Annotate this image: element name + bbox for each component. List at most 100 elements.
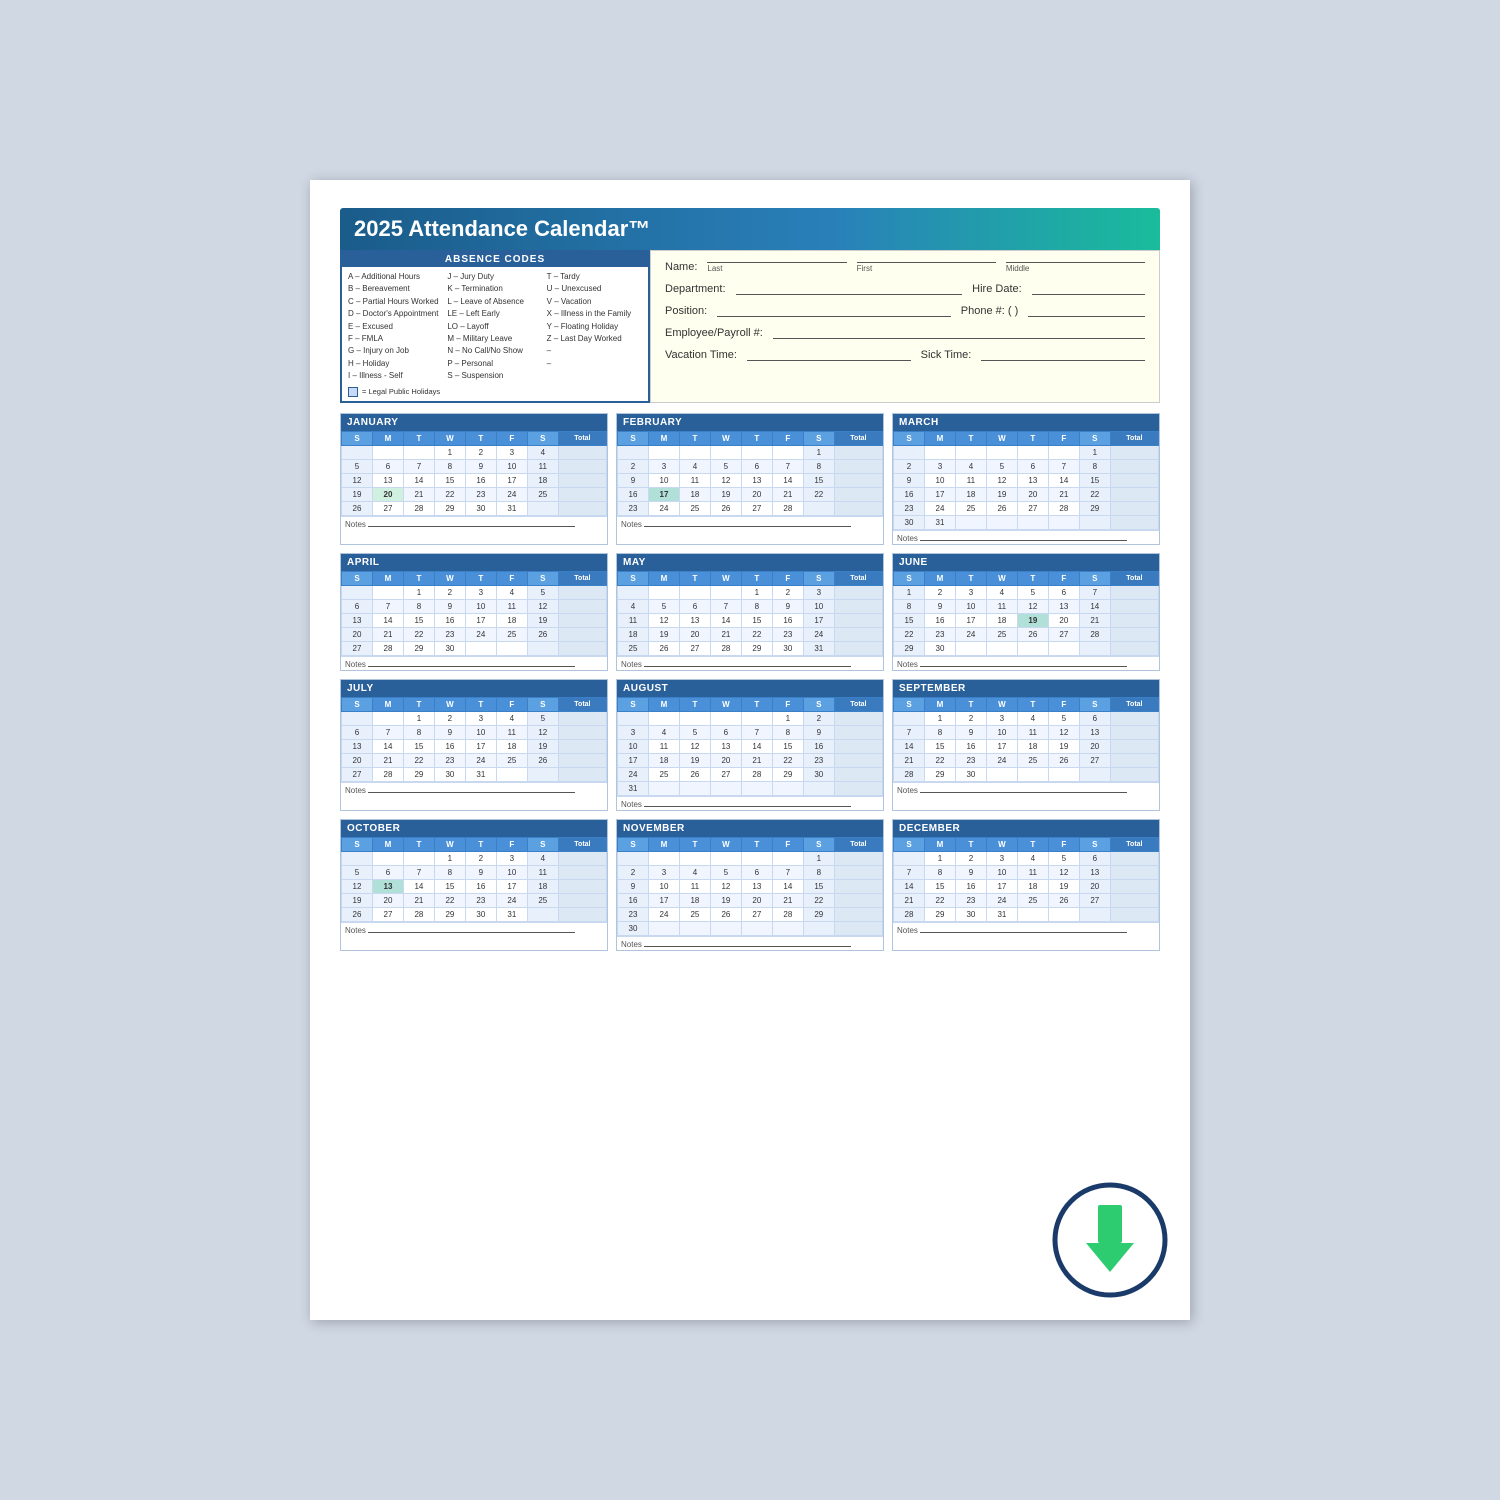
calendar-day[interactable]: 13	[372, 879, 403, 893]
calendar-day[interactable]: 5	[710, 865, 741, 879]
calendar-day[interactable]	[1017, 445, 1048, 459]
calendar-day[interactable]: 22	[803, 893, 834, 907]
calendar-day[interactable]: 15	[403, 613, 434, 627]
calendar-day[interactable]: 20	[741, 893, 772, 907]
calendar-day[interactable]	[342, 445, 373, 459]
sick-line[interactable]	[981, 347, 1145, 361]
calendar-day[interactable]	[1048, 907, 1079, 921]
calendar-day[interactable]: 23	[803, 753, 834, 767]
calendar-day[interactable]: 17	[618, 753, 649, 767]
calendar-day[interactable]: 29	[741, 641, 772, 655]
calendar-day[interactable]: 27	[710, 767, 741, 781]
calendar-day[interactable]: 24	[496, 893, 527, 907]
calendar-day[interactable]: 30	[465, 501, 496, 515]
calendar-day[interactable]	[618, 851, 649, 865]
calendar-day[interactable]: 11	[527, 865, 558, 879]
calendar-day[interactable]	[710, 585, 741, 599]
calendar-day[interactable]: 9	[465, 459, 496, 473]
calendar-day[interactable]	[834, 767, 882, 781]
calendar-day[interactable]: 1	[894, 585, 925, 599]
calendar-day[interactable]: 4	[1017, 851, 1048, 865]
calendar-day[interactable]: 20	[342, 753, 373, 767]
calendar-day[interactable]: 31	[924, 515, 955, 529]
calendar-day[interactable]: 18	[679, 893, 710, 907]
calendar-day[interactable]: 25	[648, 767, 679, 781]
calendar-day[interactable]: 17	[465, 739, 496, 753]
calendar-day[interactable]: 4	[986, 585, 1017, 599]
calendar-day[interactable]: 6	[741, 865, 772, 879]
calendar-day[interactable]: 24	[496, 487, 527, 501]
calendar-day[interactable]	[1110, 767, 1158, 781]
calendar-day[interactable]: 30	[803, 767, 834, 781]
calendar-day[interactable]: 14	[772, 879, 803, 893]
calendar-day[interactable]: 10	[986, 725, 1017, 739]
calendar-day[interactable]: 14	[403, 879, 434, 893]
calendar-day[interactable]: 26	[342, 907, 373, 921]
calendar-day[interactable]	[618, 585, 649, 599]
calendar-day[interactable]: 28	[372, 641, 403, 655]
calendar-day[interactable]: 19	[710, 893, 741, 907]
calendar-day[interactable]: 30	[955, 907, 986, 921]
calendar-day[interactable]: 22	[1079, 487, 1110, 501]
calendar-day[interactable]: 4	[1017, 711, 1048, 725]
calendar-day[interactable]: 14	[894, 879, 925, 893]
calendar-day[interactable]: 1	[434, 851, 465, 865]
calendar-day[interactable]: 24	[924, 501, 955, 515]
calendar-day[interactable]: 7	[372, 599, 403, 613]
calendar-day[interactable]: 23	[924, 627, 955, 641]
calendar-day[interactable]: 14	[1079, 599, 1110, 613]
calendar-day[interactable]: 6	[679, 599, 710, 613]
calendar-day[interactable]: 9	[924, 599, 955, 613]
calendar-day[interactable]: 13	[1079, 865, 1110, 879]
calendar-day[interactable]: 1	[803, 445, 834, 459]
calendar-day[interactable]: 27	[372, 501, 403, 515]
calendar-day[interactable]: 12	[710, 473, 741, 487]
calendar-day[interactable]: 5	[710, 459, 741, 473]
calendar-day[interactable]: 8	[803, 865, 834, 879]
calendar-day[interactable]	[772, 445, 803, 459]
calendar-day[interactable]: 14	[741, 739, 772, 753]
calendar-day[interactable]: 1	[403, 585, 434, 599]
calendar-day[interactable]: 17	[803, 613, 834, 627]
calendar-day[interactable]	[558, 445, 606, 459]
calendar-day[interactable]	[710, 851, 741, 865]
calendar-day[interactable]: 8	[1079, 459, 1110, 473]
calendar-day[interactable]: 24	[955, 627, 986, 641]
calendar-day[interactable]: 7	[741, 725, 772, 739]
calendar-day[interactable]	[558, 501, 606, 515]
calendar-day[interactable]: 17	[496, 879, 527, 893]
calendar-day[interactable]: 13	[741, 879, 772, 893]
calendar-day[interactable]: 20	[679, 627, 710, 641]
calendar-day[interactable]	[679, 921, 710, 935]
calendar-day[interactable]	[558, 473, 606, 487]
calendar-day[interactable]: 26	[527, 753, 558, 767]
calendar-day[interactable]: 31	[465, 767, 496, 781]
calendar-day[interactable]	[834, 781, 882, 795]
calendar-day[interactable]	[834, 501, 882, 515]
calendar-day[interactable]	[741, 445, 772, 459]
calendar-day[interactable]: 1	[741, 585, 772, 599]
calendar-day[interactable]: 2	[924, 585, 955, 599]
calendar-day[interactable]: 22	[403, 627, 434, 641]
calendar-day[interactable]: 15	[741, 613, 772, 627]
calendar-day[interactable]: 16	[434, 613, 465, 627]
calendar-day[interactable]	[618, 711, 649, 725]
calendar-day[interactable]: 25	[1017, 893, 1048, 907]
calendar-day[interactable]: 3	[496, 851, 527, 865]
calendar-day[interactable]: 24	[648, 907, 679, 921]
calendar-day[interactable]: 9	[772, 599, 803, 613]
calendar-day[interactable]: 9	[803, 725, 834, 739]
calendar-day[interactable]: 30	[434, 641, 465, 655]
calendar-day[interactable]: 7	[403, 459, 434, 473]
calendar-day[interactable]: 12	[527, 725, 558, 739]
calendar-day[interactable]: 21	[710, 627, 741, 641]
calendar-day[interactable]: 30	[955, 767, 986, 781]
calendar-day[interactable]: 4	[679, 459, 710, 473]
calendar-day[interactable]: 28	[894, 907, 925, 921]
calendar-day[interactable]: 3	[648, 865, 679, 879]
calendar-day[interactable]	[403, 851, 434, 865]
calendar-day[interactable]	[834, 487, 882, 501]
calendar-day[interactable]: 14	[372, 739, 403, 753]
calendar-day[interactable]: 19	[1048, 739, 1079, 753]
calendar-day[interactable]: 23	[618, 907, 649, 921]
